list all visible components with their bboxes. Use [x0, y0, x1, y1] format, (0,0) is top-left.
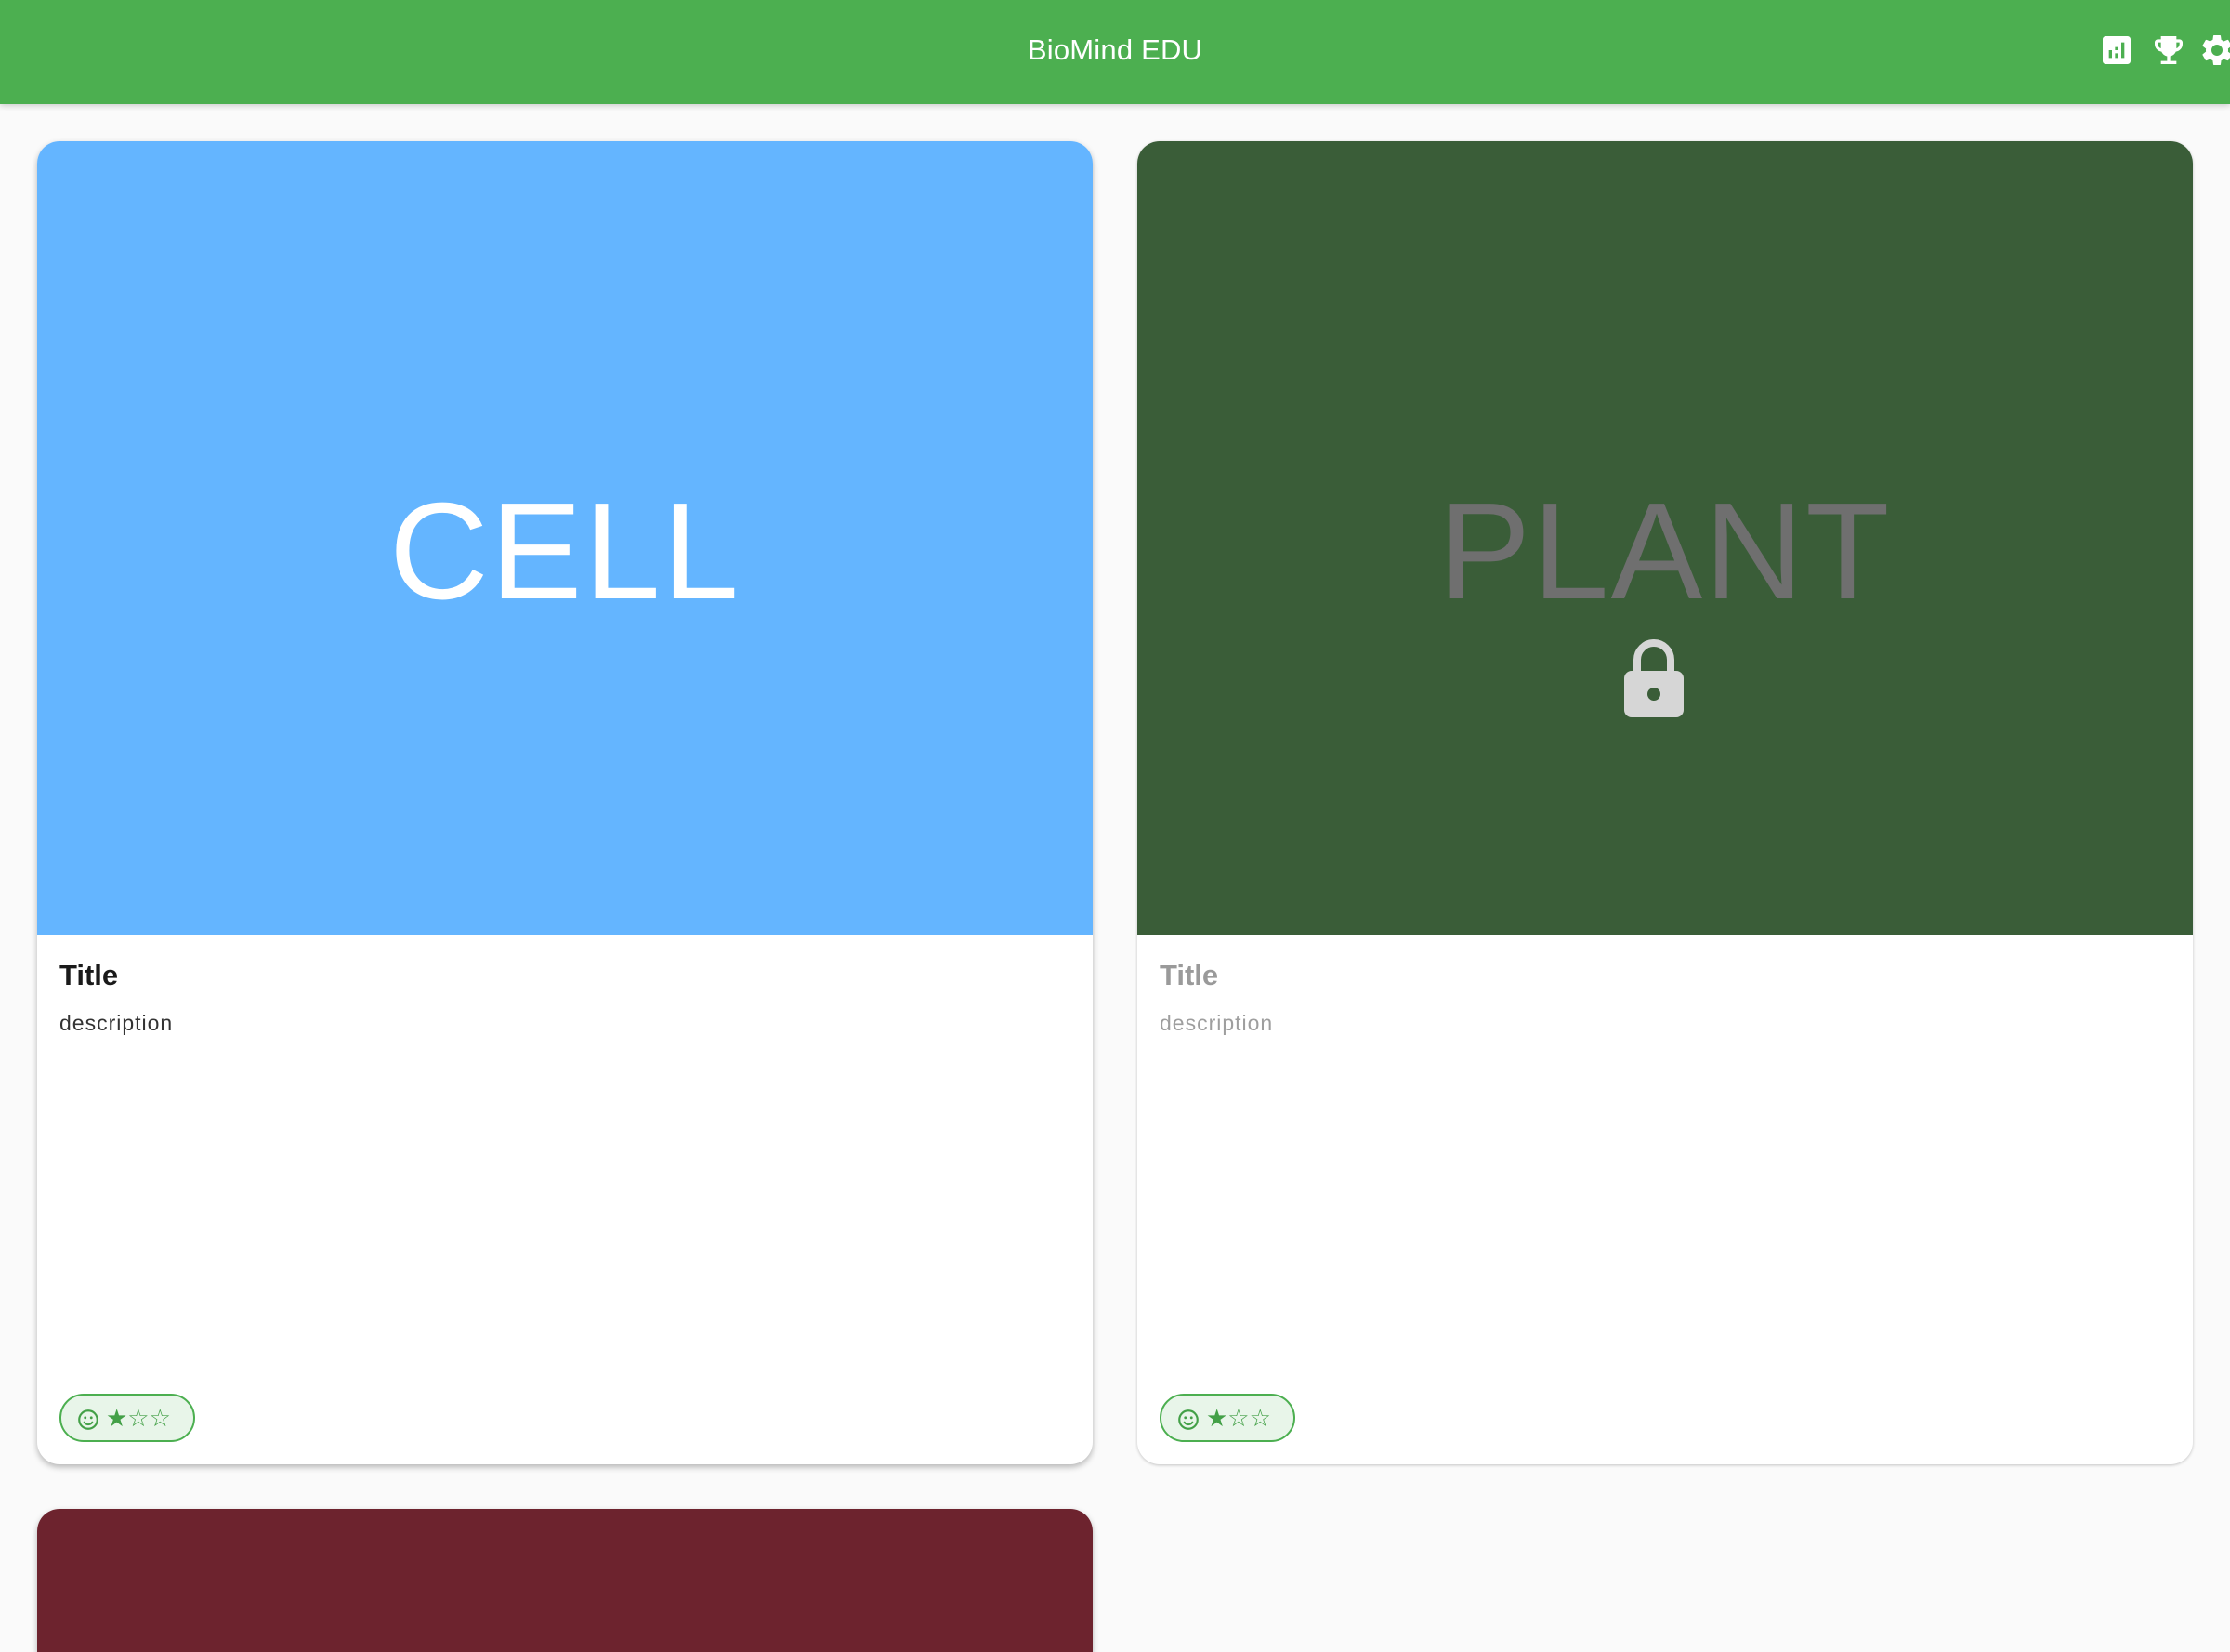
card-body: Title description	[1160, 959, 2171, 1036]
card-body: Title description	[59, 959, 1070, 1036]
course-card-third[interactable]	[37, 1509, 1093, 1652]
course-card-plant[interactable]: PLANT Title description ★☆☆	[1137, 141, 2193, 1464]
statistics-button[interactable]	[2094, 30, 2139, 74]
progress-chip: ★☆☆	[1160, 1394, 1295, 1442]
card-description: description	[59, 1011, 174, 1035]
card-image: PLANT	[1137, 141, 2193, 935]
settings-icon	[2198, 32, 2230, 73]
stats-icon	[2098, 32, 2135, 73]
smiley-icon	[1178, 1409, 1199, 1430]
lock-icon	[1624, 639, 1684, 717]
card-image-word: PLANT	[1438, 475, 1892, 628]
app-title: BioMind EDU	[1027, 33, 1203, 66]
card-title: Title	[59, 959, 119, 991]
card-image-word: CELL	[388, 475, 741, 628]
app-bar: BioMind EDU	[0, 0, 2230, 104]
smiley-icon	[78, 1409, 98, 1430]
card-image	[37, 1509, 1093, 1652]
settings-button[interactable]	[2195, 30, 2230, 74]
progress-chip: ★☆☆	[59, 1394, 195, 1442]
course-card-cell[interactable]: CELL Title description ★☆☆	[37, 141, 1093, 1464]
trophy-icon	[2150, 32, 2187, 73]
card-title: Title	[1160, 959, 1219, 991]
card-description: description	[1160, 1011, 1274, 1035]
star-rating: ★☆☆	[1206, 1404, 1271, 1432]
achievements-button[interactable]	[2146, 30, 2191, 74]
card-image: CELL	[37, 141, 1093, 935]
star-rating: ★☆☆	[106, 1404, 171, 1432]
